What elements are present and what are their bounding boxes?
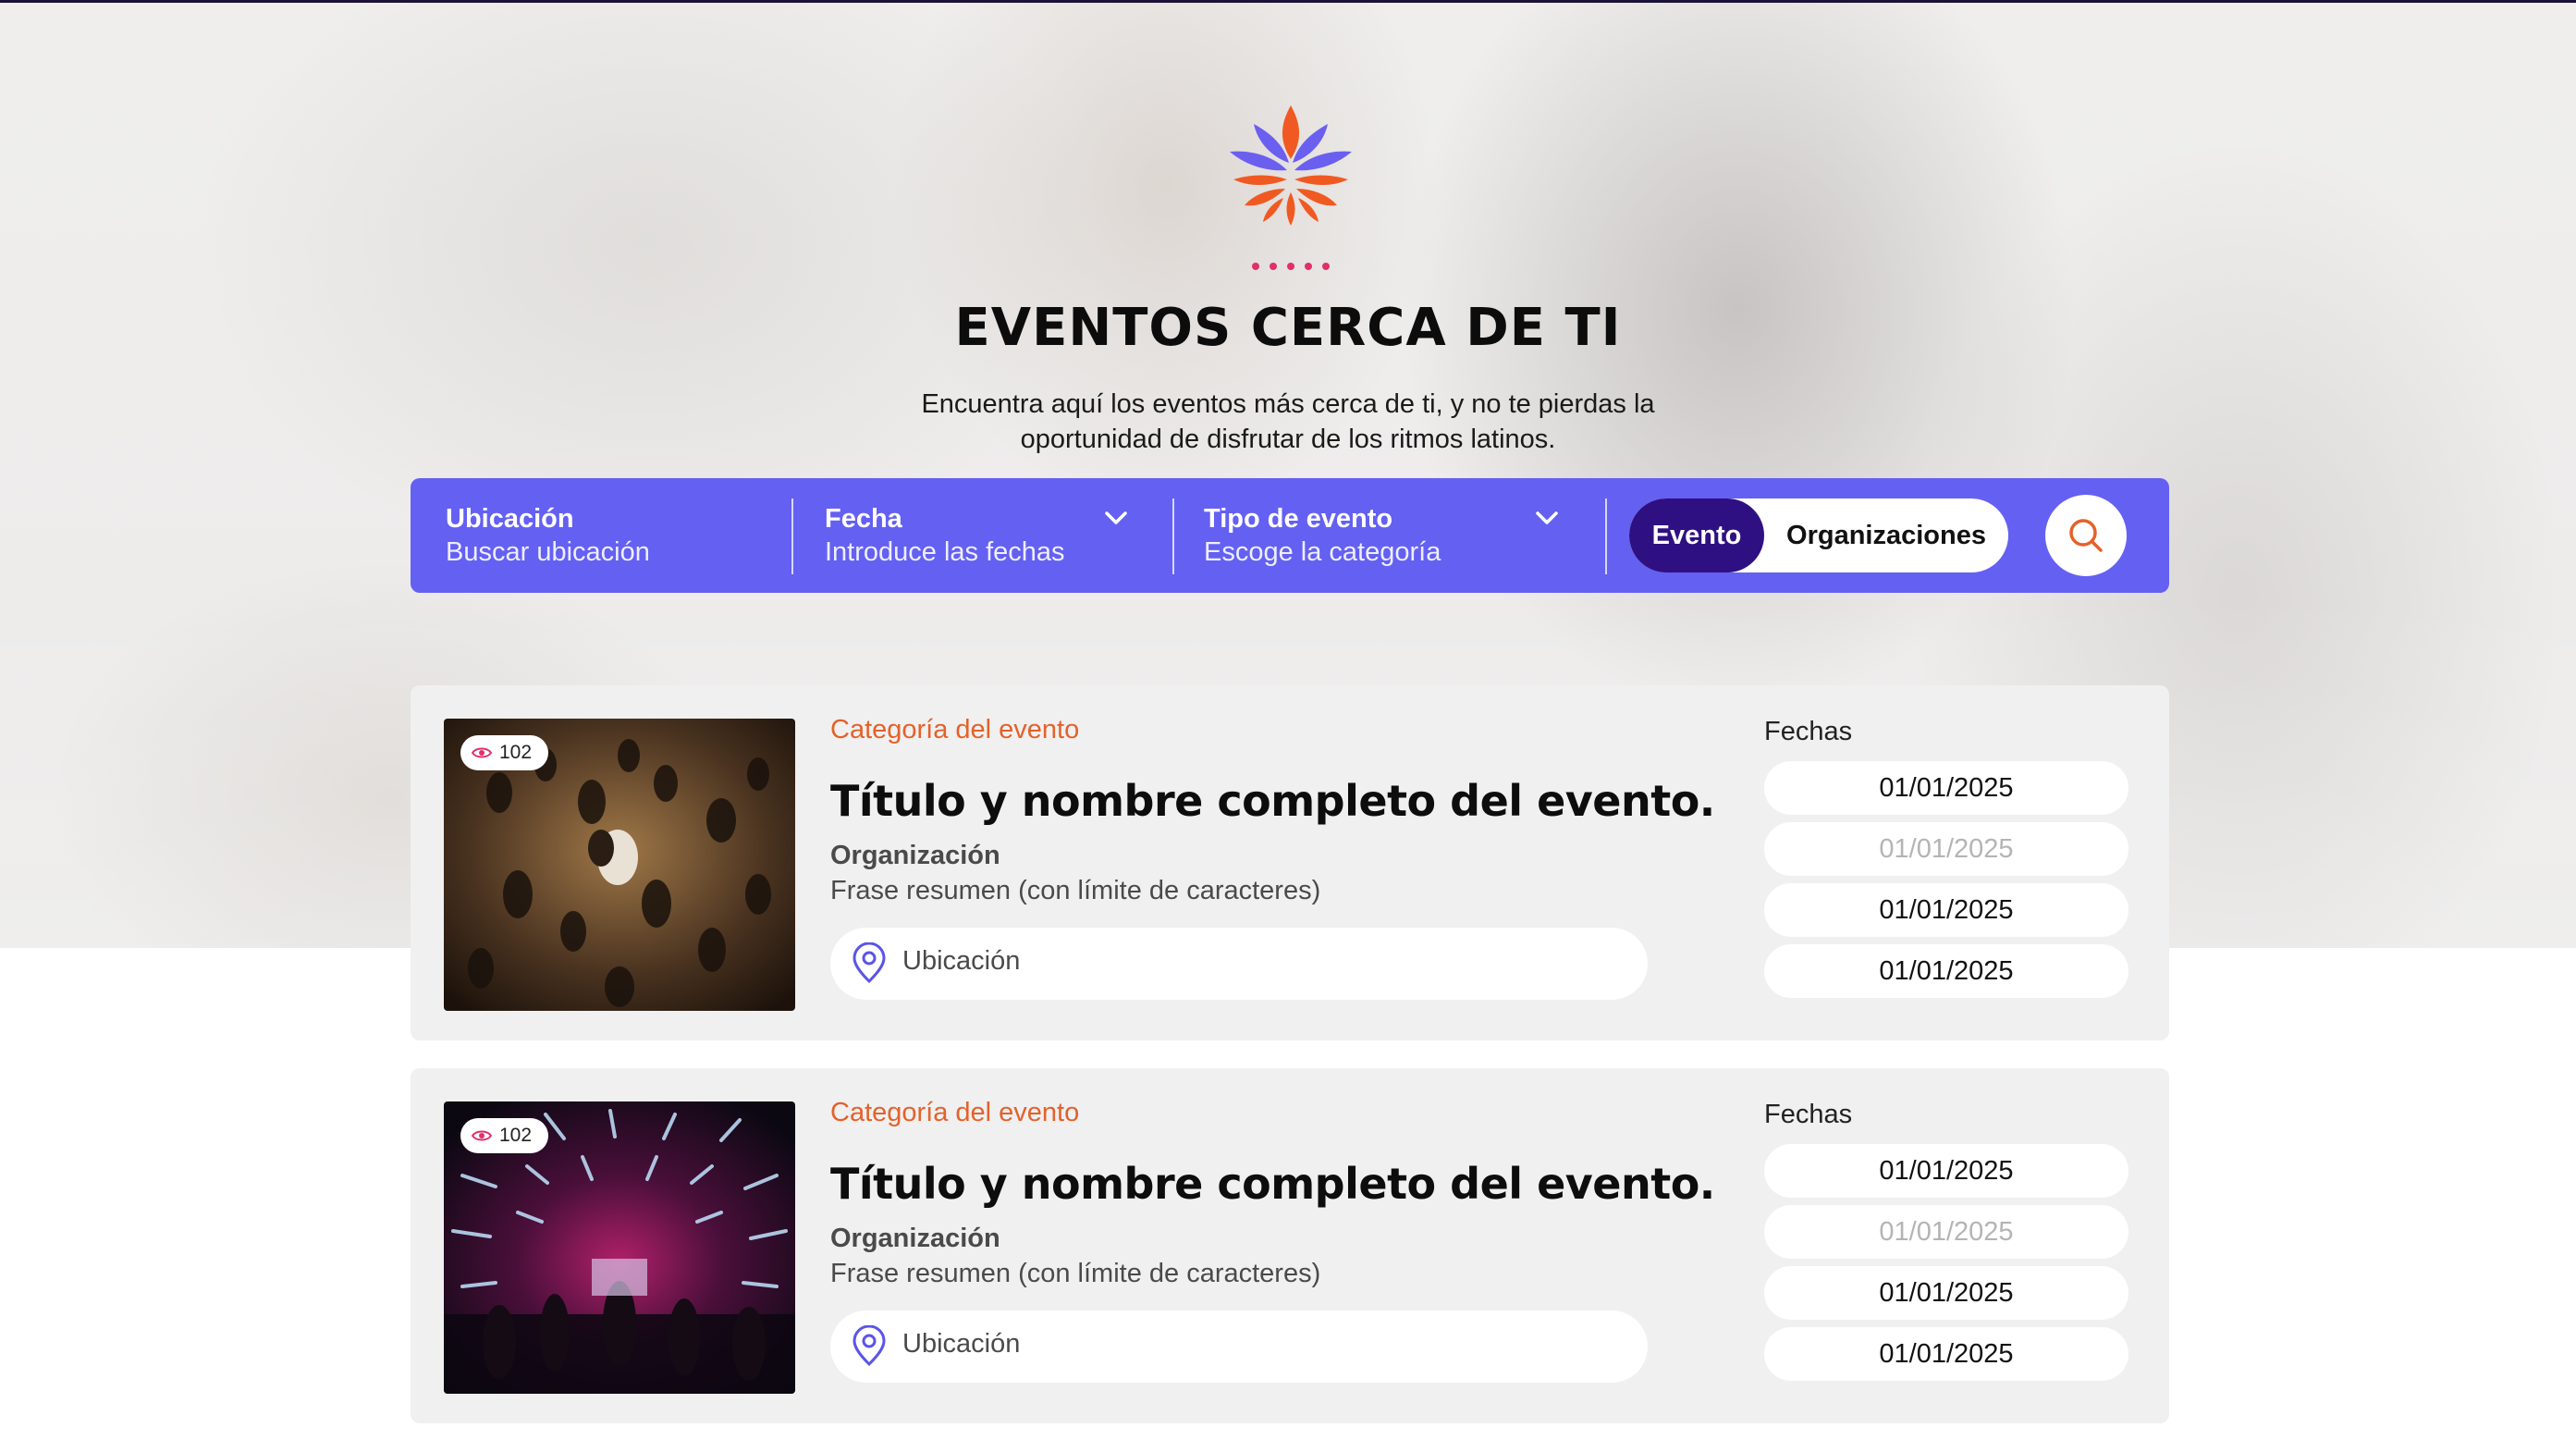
eye-icon: [472, 1130, 492, 1141]
view-count: 102: [499, 1125, 533, 1146]
date-input[interactable]: Introduce las fechas: [825, 535, 1065, 569]
date-pill[interactable]: 01/01/2025: [1764, 944, 2128, 998]
event-card[interactable]: 102 Categoría del evento Título y nombre…: [411, 685, 2169, 1040]
page-title: EVENTOS CERCA DE TI: [954, 298, 1622, 358]
date-pill[interactable]: 01/01/2025: [1764, 761, 2128, 815]
search-button[interactable]: [2045, 495, 2127, 576]
location-text: Ubicación: [902, 946, 1021, 976]
location-pin-icon: [853, 1325, 886, 1367]
chevron-down-icon[interactable]: [1533, 504, 1561, 532]
eye-icon: [472, 747, 492, 758]
date-pill[interactable]: 01/01/2025: [1764, 1144, 2128, 1198]
toggle-organizaciones[interactable]: Organizaciones: [1764, 498, 2008, 572]
event-image[interactable]: 102: [444, 1101, 795, 1394]
dates-label: Fechas: [1764, 717, 1853, 746]
date-pill[interactable]: 01/01/2025: [1764, 1266, 2128, 1320]
dates-label: Fechas: [1764, 1100, 1853, 1129]
location-text: Ubicación: [902, 1329, 1021, 1359]
event-summary: Frase resumen (con límite de caracteres): [830, 1259, 1321, 1288]
location-pin-icon: [853, 942, 886, 984]
chevron-down-icon[interactable]: [1102, 504, 1130, 532]
location-label: Ubicación: [446, 504, 574, 534]
location-input[interactable]: Buscar ubicación: [446, 535, 650, 569]
date-filter[interactable]: Fecha Introduce las fechas: [825, 502, 1065, 569]
date-pill[interactable]: 01/01/2025: [1764, 883, 2128, 937]
event-title[interactable]: Título y nombre completo del evento.: [830, 776, 1715, 826]
event-organization: Organización: [830, 1224, 1000, 1253]
event-search-bar: Ubicación Buscar ubicación Fecha Introdu…: [411, 478, 2169, 593]
toggle-evento[interactable]: Evento: [1629, 498, 1764, 572]
event-category: Categoría del evento: [830, 715, 1080, 744]
event-title[interactable]: Título y nombre completo del evento.: [830, 1159, 1715, 1209]
view-count-badge: 102: [460, 1118, 549, 1153]
event-summary: Frase resumen (con límite de caracteres): [830, 876, 1321, 905]
brand-logo-icon: [1230, 105, 1352, 270]
event-type-label: Tipo de evento: [1204, 504, 1393, 534]
search-mode-toggle: Evento Organizaciones: [1629, 498, 2008, 572]
view-count: 102: [499, 742, 533, 763]
date-pill[interactable]: 01/01/2025: [1764, 1205, 2128, 1259]
date-pill[interactable]: 01/01/2025: [1764, 1327, 2128, 1381]
search-icon: [2069, 519, 2103, 552]
page-subtitle: Encuentra aquí los eventos más cerca de …: [921, 389, 1655, 454]
event-type-filter[interactable]: Tipo de evento Escoge la categoría: [1204, 502, 1441, 569]
event-category: Categoría del evento: [830, 1098, 1080, 1127]
location-filter[interactable]: Ubicación Buscar ubicación: [446, 502, 650, 569]
event-type-select[interactable]: Escoge la categoría: [1204, 535, 1441, 569]
view-count-badge: 102: [460, 735, 549, 770]
date-label: Fecha: [825, 504, 902, 534]
event-card[interactable]: 102 Categoría del evento Título y nombre…: [411, 1068, 2169, 1423]
event-organization: Organización: [830, 841, 1000, 870]
event-image[interactable]: 102: [444, 719, 795, 1011]
event-location[interactable]: Ubicación: [830, 1310, 1648, 1383]
event-location[interactable]: Ubicación: [830, 928, 1648, 1000]
date-pill[interactable]: 01/01/2025: [1764, 822, 2128, 876]
